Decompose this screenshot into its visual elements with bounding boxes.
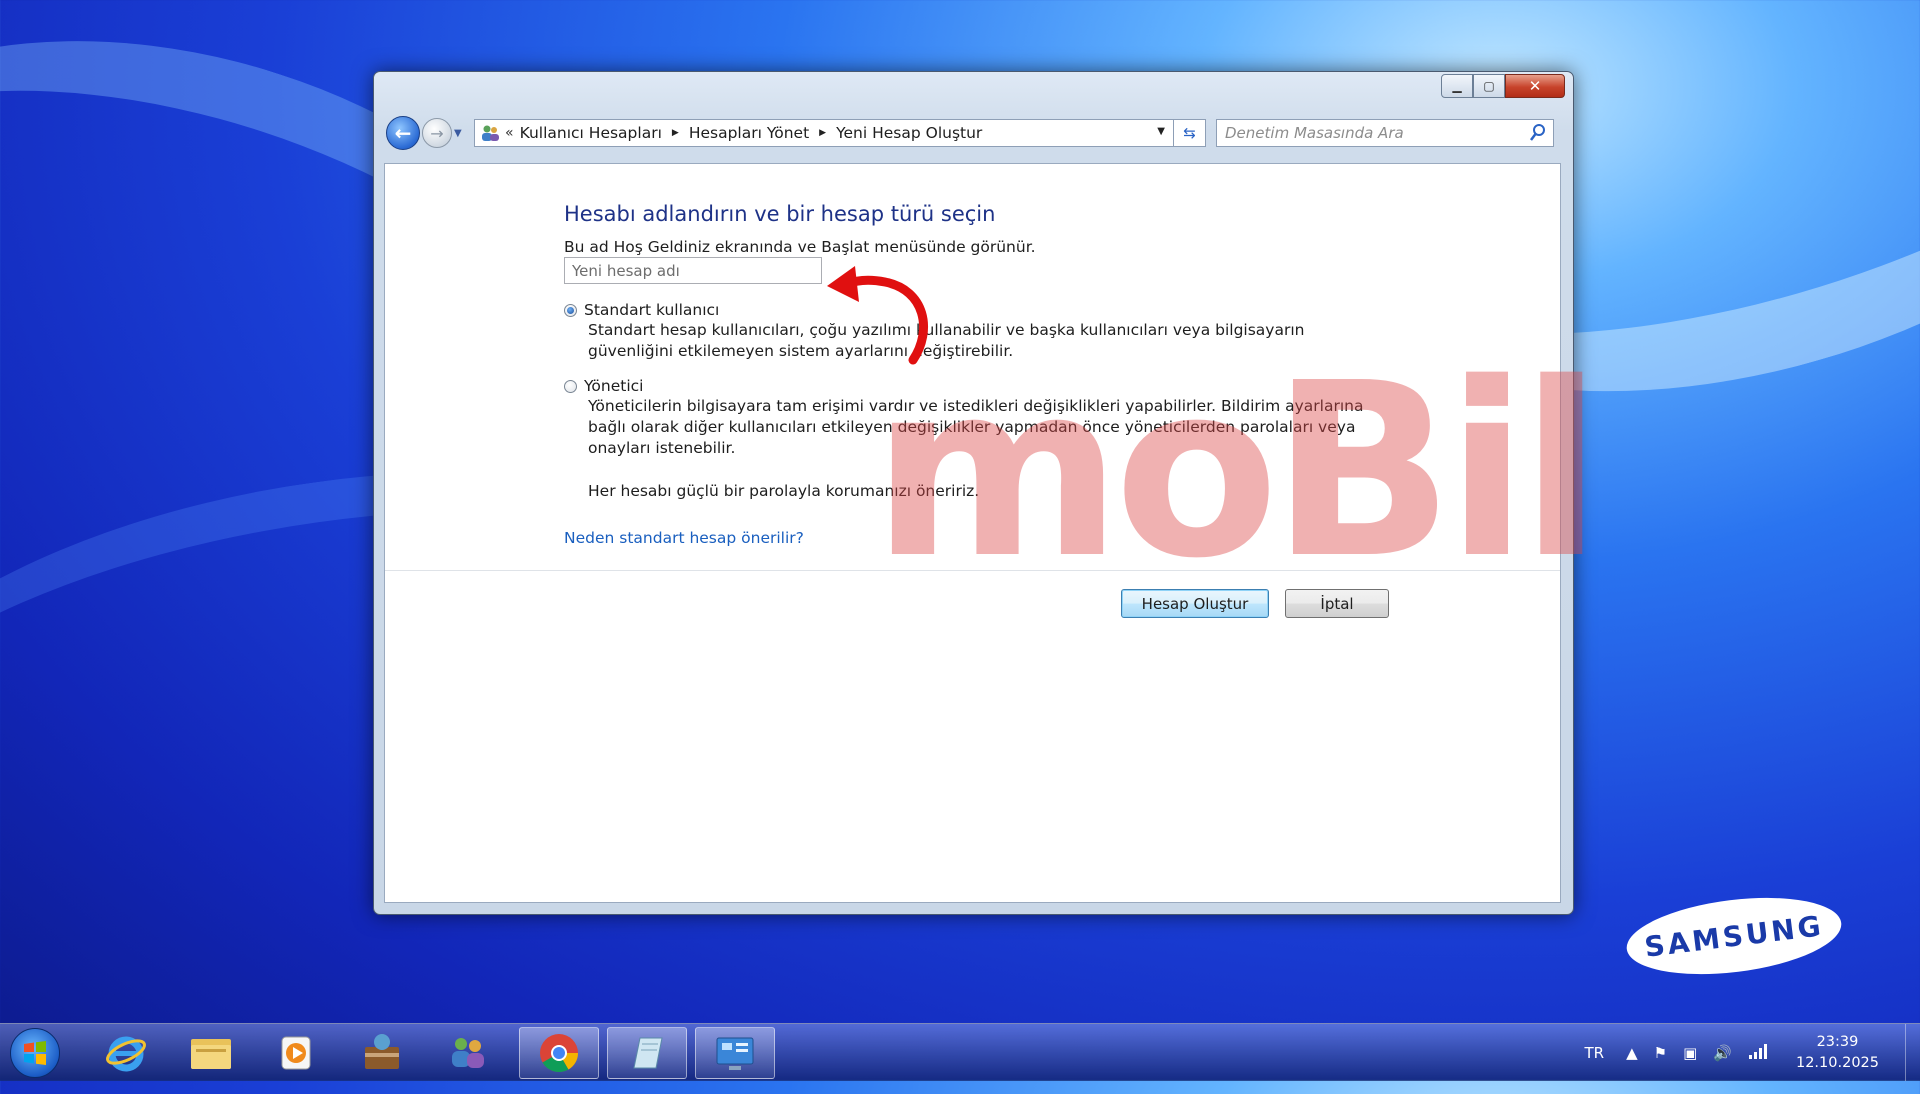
media-player-icon	[276, 1033, 316, 1073]
samsung-logo-text: SAMSUNG	[1643, 909, 1826, 964]
standard-user-option[interactable]: Standart kullanıcı	[564, 301, 719, 319]
breadcrumb-arrow-icon[interactable]: ▶	[672, 128, 679, 138]
system-tray: TR ▲ ⚑ ▣ 🔊 23:39 12.10.2025	[1585, 1024, 1920, 1081]
administrator-description: Yöneticilerin bilgisayara tam erişimi va…	[588, 396, 1378, 459]
standard-user-radio[interactable]	[564, 304, 577, 317]
create-account-button[interactable]: Hesap Oluştur	[1121, 589, 1269, 618]
window-caption-buttons: ▁ ▢ ✕	[1441, 74, 1565, 98]
breadcrumb-manage-accounts[interactable]: Hesapları Yönet	[689, 124, 809, 142]
close-button[interactable]: ✕	[1505, 74, 1565, 98]
breadcrumb-create-account[interactable]: Yeni Hesap Oluştur	[836, 124, 982, 142]
internet-explorer-icon	[105, 1032, 147, 1074]
users-icon	[447, 1033, 489, 1073]
taskbar: TR ▲ ⚑ ▣ 🔊 23:39 12.10.2025	[0, 1023, 1920, 1081]
page-title: Hesabı adlandırın ve bir hesap türü seçi…	[564, 202, 995, 226]
chevron-down-icon: ▼	[454, 128, 462, 139]
forward-arrow-icon: →	[430, 124, 443, 143]
maximize-button[interactable]: ▢	[1473, 74, 1505, 98]
cancel-button[interactable]: İptal	[1285, 589, 1389, 618]
control-panel-icon	[713, 1033, 757, 1073]
address-dropdown-icon[interactable]: ▼	[1157, 126, 1165, 137]
volume-icon[interactable]: 🔊	[1713, 1044, 1732, 1062]
page-subtitle: Bu ad Hoş Geldiniz ekranında ve Başlat m…	[564, 238, 1036, 256]
search-icon[interactable]	[1529, 123, 1547, 147]
red-arrow-annotation	[825, 260, 945, 370]
start-button[interactable]	[10, 1028, 60, 1078]
taskbar-file-explorer[interactable]	[171, 1027, 251, 1079]
taskbar-media-player[interactable]	[256, 1027, 336, 1079]
back-button[interactable]: ←	[386, 116, 420, 150]
safely-remove-hardware-icon[interactable]: ▣	[1683, 1044, 1697, 1062]
clock-time: 23:39	[1796, 1032, 1879, 1053]
windows-logo-icon	[22, 1040, 48, 1066]
language-indicator[interactable]: TR	[1585, 1044, 1605, 1062]
refresh-icon: ⇆	[1183, 124, 1196, 142]
show-hidden-icons-icon[interactable]: ▲	[1626, 1044, 1638, 1062]
minimize-icon: ▁	[1452, 79, 1461, 93]
back-arrow-icon: ←	[395, 121, 412, 145]
breadcrumb-arrow-icon[interactable]: ▶	[819, 128, 826, 138]
clock[interactable]: 23:39 12.10.2025	[1796, 1032, 1879, 1074]
breadcrumb-user-accounts[interactable]: Kullanıcı Hesapları	[520, 124, 662, 142]
create-account-window: ▁ ▢ ✕ ← → ▼ « Kullanıcı Hesapları ▶ Hesa…	[373, 71, 1574, 915]
navigation-bar: ← → ▼ « Kullanıcı Hesapları ▶ Hesapları …	[386, 116, 1561, 150]
password-recommendation: Her hesabı güçlü bir parolayla korumanız…	[588, 481, 1378, 502]
user-accounts-icon	[479, 123, 501, 143]
refresh-button[interactable]: ⇆	[1174, 119, 1206, 147]
breadcrumb-overflow[interactable]: «	[505, 125, 514, 141]
maximize-icon: ▢	[1483, 79, 1494, 93]
administrator-radio[interactable]	[564, 380, 577, 393]
standard-user-description: Standart hesap kullanıcıları, çoğu yazıl…	[588, 320, 1378, 362]
content-divider	[385, 570, 1560, 571]
search-placeholder: Denetim Masasında Ara	[1225, 124, 1404, 142]
taskbar-internet-explorer[interactable]	[86, 1027, 166, 1079]
show-desktop-button[interactable]	[1905, 1024, 1920, 1081]
close-icon: ✕	[1529, 77, 1542, 95]
content-pane: Hesabı adlandırın ve bir hesap türü seçi…	[384, 163, 1561, 903]
taskbar-user-accounts[interactable]	[428, 1027, 508, 1079]
samsung-logo: SAMSUNG	[1622, 887, 1845, 985]
notepad-icon	[626, 1032, 668, 1074]
recent-pages-dropdown[interactable]: ▼	[454, 128, 468, 139]
taskbar-chrome[interactable]	[519, 1027, 599, 1079]
chrome-icon	[537, 1031, 581, 1075]
minimize-button[interactable]: ▁	[1441, 74, 1473, 98]
network-signal-icon[interactable]	[1748, 1043, 1768, 1063]
standard-user-label[interactable]: Standart kullanıcı	[584, 301, 719, 319]
forward-button[interactable]: →	[422, 118, 452, 148]
clock-date: 12.10.2025	[1796, 1053, 1879, 1074]
address-bar[interactable]: « Kullanıcı Hesapları ▶ Hesapları Yönet …	[474, 119, 1174, 147]
taskbar-notepad[interactable]	[607, 1027, 687, 1079]
administrator-option[interactable]: Yönetici	[564, 377, 643, 395]
search-box[interactable]: Denetim Masasında Ara	[1216, 119, 1554, 147]
why-standard-link[interactable]: Neden standart hesap önerilir?	[564, 529, 804, 547]
archive-icon	[361, 1033, 403, 1073]
account-name-input[interactable]	[564, 257, 822, 284]
administrator-label[interactable]: Yönetici	[584, 377, 643, 395]
taskbar-archive-tool[interactable]	[342, 1027, 422, 1079]
taskbar-control-panel[interactable]	[695, 1027, 775, 1079]
action-center-flag-icon[interactable]: ⚑	[1654, 1044, 1667, 1062]
folder-icon	[188, 1033, 234, 1073]
